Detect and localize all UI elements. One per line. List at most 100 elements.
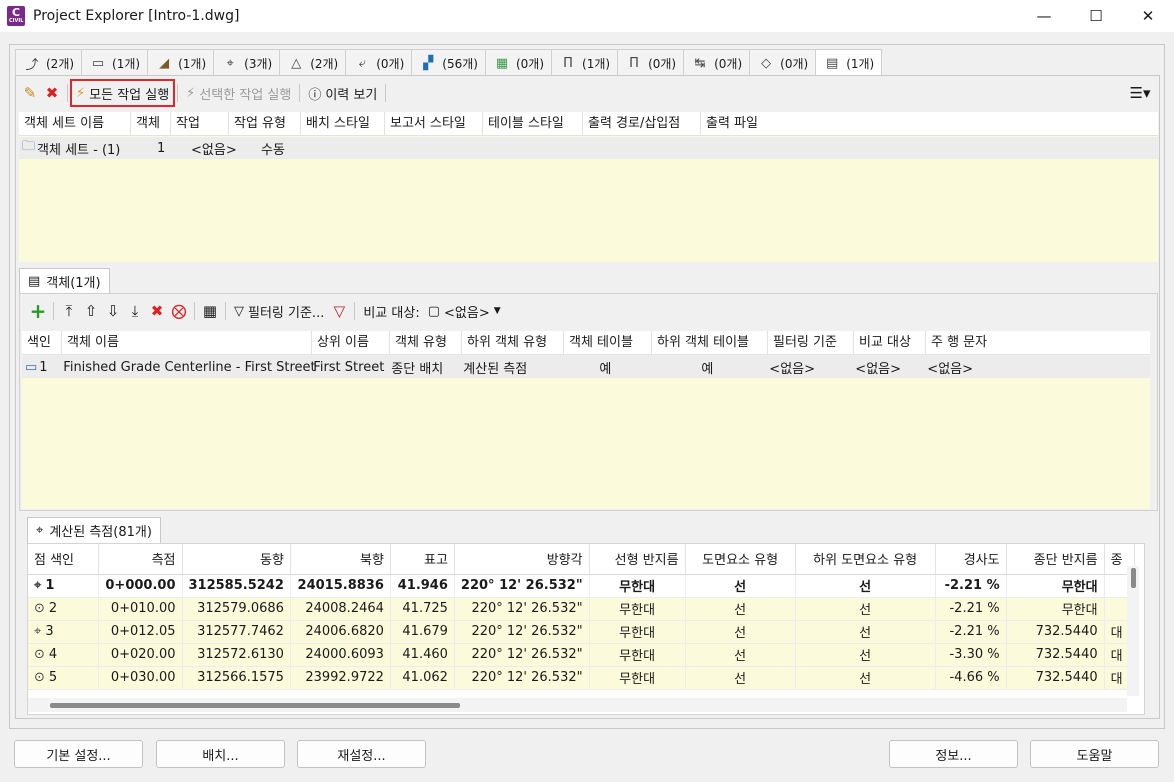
station-cell: 732.5440 [1006,643,1105,667]
col-header-text[interactable]: 주 행 문자 [926,331,992,355]
tab-structures[interactable]: Π (1개) [551,49,619,76]
stations-tab[interactable]: ⌖ 계산된 측점(81개) [27,517,161,543]
crosshair-icon: ⌖ [36,523,44,538]
table-row[interactable]: ⊙ 4 0+020.00 312572.6130 24000.6093 41.460 220… [28,643,1135,667]
station-cell: 41.946 [390,574,455,598]
object-subtype: 계산된 측점 [463,361,528,377]
run-selected-button[interactable]: ⚡ 선택한 작업 실행 [182,81,295,105]
col-sub-entity-type[interactable]: 하위 도면요소 유형 [795,544,936,575]
close-button[interactable]: ✕ [1122,0,1174,32]
remove-icon[interactable]: ✖ [146,300,168,322]
tab-structures-2[interactable]: Π (0개) [617,49,685,76]
col-northing[interactable]: 북향 [290,544,391,575]
tab-alignments[interactable]: ⤴ (2개) [15,49,83,76]
objects-tab[interactable]: ▤ 객체(1개) [19,268,110,294]
tab-pipes[interactable]: ▞ (56개) [411,49,486,76]
col-point-index[interactable]: 점 색인 [28,544,99,575]
station-cell: 0+010.00 [98,597,183,621]
station-cell: 선 [795,643,936,667]
station-cell: 0+012.05 [98,620,183,644]
col-align-radius[interactable]: 선형 반지름 [589,544,686,575]
col-layout-style[interactable]: 배치 스타일 [301,111,385,136]
col-table-style[interactable]: 테이블 스타일 [483,111,583,136]
col-profile-radius[interactable]: 종단 반지름 [1006,544,1105,575]
col-elevation[interactable]: 표고 [390,544,455,575]
station-cell: 24015.8836 [290,574,391,598]
col-index[interactable]: 색인 [22,330,62,355]
new-set-icon[interactable]: ✎ [19,82,41,104]
col-subobject-type[interactable]: 하위 객체 유형 [462,330,564,355]
col-parent-name[interactable]: 상위 이름 [312,330,390,355]
col-set-name[interactable]: 객체 세트 이름 [19,111,131,136]
col-compare[interactable]: 비교 대상 [854,330,926,355]
move-bottom-icon[interactable]: ⤓ [124,300,146,322]
table-row[interactable]: ⌖ 3 0+012.05 312577.7462 24006.6820 41.679 220… [28,620,1135,644]
scroll-thumb[interactable] [50,703,460,708]
col-easting[interactable]: 동향 [182,544,291,575]
col-action[interactable]: 작업 [171,111,229,136]
table-row[interactable]: ⌖ 1 0+000.00 312585.5242 24015.8836 41.946 220… [28,574,1135,598]
add-icon[interactable]: + [27,299,49,323]
tab-parcels[interactable]: ▦ (0개) [484,49,553,76]
alignment-icon: ⤴ [25,57,39,73]
col-output-path[interactable]: 출력 경로/삽입점 [583,111,701,136]
station-cell: 220° 12' 26.532" [454,643,590,667]
col-station[interactable]: 측점 [98,544,183,575]
help-button[interactable]: 도움말 [1030,740,1159,768]
minimize-button[interactable]: — [1018,0,1070,32]
set-row[interactable]: 🗀 객체 세트 - (1) 1 <없음> 수동 [19,137,1158,159]
col-objects[interactable]: 객체 [131,111,171,136]
station-cell: 선 [685,574,796,598]
col-filter[interactable]: 필터링 기준 [768,330,854,355]
col-entity-type[interactable]: 도면요소 유형 [685,544,796,575]
col-output-file[interactable]: 출력 파일 [701,112,763,136]
tab-feature-lines[interactable]: ⤶ (0개) [345,49,413,76]
object-index: 1 [39,359,48,375]
object-row[interactable]: ▭ 1 Finished Grade Centerline - First St… [22,356,1150,378]
tab-corridors[interactable]: ◢ (1개) [147,49,215,76]
tab-quantities[interactable]: ◇ (0개) [749,49,817,76]
layout-button[interactable]: 배치... [156,740,285,768]
filter-button[interactable]: ▽ 필터링 기준... [230,299,328,323]
point-marker-icon: ⊙ [34,647,45,662]
about-button[interactable]: 정보... [889,740,1018,768]
tab-assemblies[interactable]: ⌖ (3개) [213,49,281,76]
view-options-icon[interactable]: ☰▾ [1123,82,1157,104]
col-object-type[interactable]: 객체 유형 [390,330,462,355]
delete-icon[interactable]: ✖ [41,82,63,104]
defaults-button[interactable]: 기본 설정... [14,740,143,768]
table-row[interactable]: ⊙ 2 0+010.00 312579.0686 24008.2464 41.725 220… [28,597,1135,621]
col-report-style[interactable]: 보고서 스타일 [385,111,483,136]
table-icon[interactable]: ▦ [199,300,221,322]
tab-profiles[interactable]: ▭ (1개) [81,49,149,76]
point-index-cell: ⊙ 2 [28,597,99,621]
reset-button[interactable]: 재설정... [297,740,426,768]
surface-icon: △ [291,55,302,71]
horizontal-scrollbar[interactable] [28,698,1127,712]
remove-all-icon[interactable]: ⨂ [168,300,190,322]
tab-surfaces[interactable]: △ (2개) [279,49,347,76]
set-action: <없음> [191,142,237,158]
history-button[interactable]: ⓘ 이력 보기 [304,81,381,105]
tab-sample-lines[interactable]: ↹ (0개) [683,49,751,76]
maximize-button[interactable]: ☐ [1070,0,1122,32]
scroll-thumb[interactable] [1131,568,1136,588]
col-subobject-table[interactable]: 하위 객체 테이블 [652,330,768,355]
compare-dropdown[interactable]: ▢ <없음> ▼ [424,299,505,323]
clear-filter-icon[interactable]: ▽ [328,300,350,322]
profile-icon: ▭ [91,55,105,71]
col-object-name[interactable]: 객체 이름 [62,330,312,355]
vertical-scrollbar[interactable] [1127,566,1139,696]
separator [354,302,356,320]
move-top-icon[interactable]: ⤒ [58,300,80,322]
col-grade[interactable]: 경사도 [935,544,1007,575]
col-object-table[interactable]: 객체 테이블 [564,330,652,355]
run-all-button[interactable]: ⚡ 모든 작업 실행 [69,79,176,107]
station-cell: 41.062 [390,666,455,690]
move-down-icon[interactable]: ⇩ [102,300,124,322]
table-row[interactable]: ⊙ 5 0+030.00 312566.1575 23992.9722 41.062 220… [28,666,1135,690]
move-up-icon[interactable]: ⇧ [80,300,102,322]
tab-object-sets[interactable]: ▤ (1개) [815,49,883,77]
col-action-type[interactable]: 작업 유형 [229,111,301,136]
col-bearing[interactable]: 방향각 [454,544,590,575]
